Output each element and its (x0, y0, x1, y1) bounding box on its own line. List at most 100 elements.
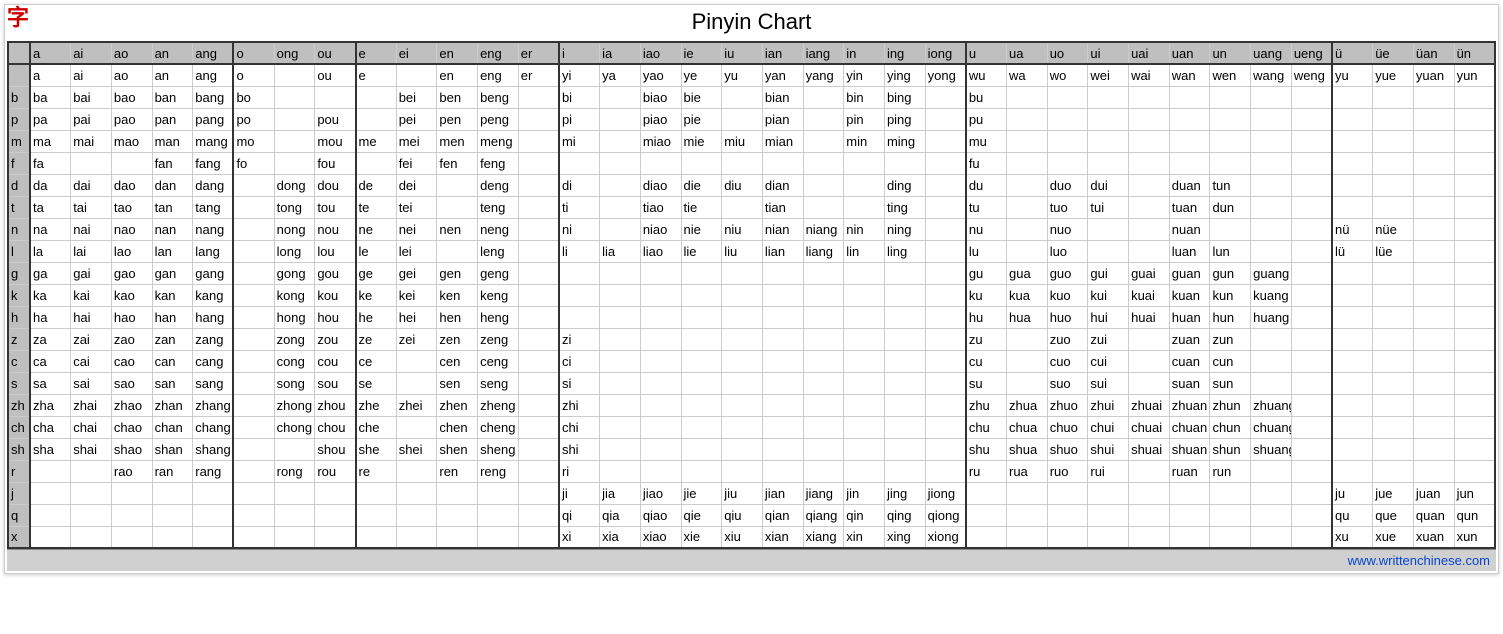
syllable-cell (1088, 152, 1129, 174)
syllable-cell (1251, 218, 1292, 240)
final-header: ang (193, 42, 234, 64)
syllable-cell: kuo (1047, 284, 1088, 306)
syllable-cell: re (356, 460, 397, 482)
syllable-cell: ci (559, 350, 600, 372)
syllable-cell: xuan (1413, 526, 1454, 548)
syllable-cell: biao (640, 86, 681, 108)
syllable-cell: bu (966, 86, 1007, 108)
syllable-cell: xiang (803, 526, 844, 548)
syllable-cell: niang (803, 218, 844, 240)
syllable-cell: zhui (1088, 394, 1129, 416)
syllable-cell: chuai (1129, 416, 1170, 438)
syllable-cell: jie (681, 482, 722, 504)
syllable-cell: mie (681, 130, 722, 152)
syllable-cell (233, 284, 274, 306)
syllable-cell: ruan (1169, 460, 1210, 482)
syllable-cell: hen (437, 306, 478, 328)
syllable-cell: nin (844, 218, 885, 240)
syllable-cell (640, 328, 681, 350)
syllable-cell (1413, 152, 1454, 174)
syllable-cell: eng (478, 64, 519, 86)
syllable-cell: wang (1251, 64, 1292, 86)
syllable-cell: pang (193, 108, 234, 130)
syllable-cell (1251, 196, 1292, 218)
syllable-cell: dian (762, 174, 803, 196)
syllable-cell (1291, 108, 1332, 130)
syllable-cell: sou (315, 372, 356, 394)
syllable-cell (1373, 328, 1414, 350)
final-header: i (559, 42, 600, 64)
syllable-cell (1373, 196, 1414, 218)
syllable-cell: wen (1210, 64, 1251, 86)
syllable-cell: tu (966, 196, 1007, 218)
final-header: ua (1007, 42, 1048, 64)
syllable-cell (1251, 130, 1292, 152)
syllable-cell (600, 152, 641, 174)
syllable-cell (1373, 174, 1414, 196)
syllable-cell (1210, 526, 1251, 548)
syllable-cell: yao (640, 64, 681, 86)
syllable-cell (966, 482, 1007, 504)
syllable-cell (600, 350, 641, 372)
syllable-cell (1251, 86, 1292, 108)
syllable-cell: lan (152, 240, 193, 262)
syllable-cell: huo (1047, 306, 1088, 328)
syllable-cell: shei (396, 438, 437, 460)
syllable-cell (1454, 108, 1495, 130)
syllable-cell: bao (111, 86, 152, 108)
syllable-cell: wan (1169, 64, 1210, 86)
syllable-cell (274, 64, 315, 86)
syllable-cell (803, 174, 844, 196)
syllable-cell (844, 328, 885, 350)
syllable-cell: su (966, 372, 1007, 394)
syllable-cell: shuang (1251, 438, 1292, 460)
syllable-cell: shi (559, 438, 600, 460)
syllable-cell (925, 306, 966, 328)
syllable-cell: tun (1210, 174, 1251, 196)
syllable-cell (1373, 394, 1414, 416)
syllable-cell: kan (152, 284, 193, 306)
syllable-cell: jiu (722, 482, 763, 504)
syllable-cell: shui (1088, 438, 1129, 460)
syllable-cell: ji (559, 482, 600, 504)
syllable-cell: min (844, 130, 885, 152)
syllable-cell: cuan (1169, 350, 1210, 372)
syllable-cell (1007, 196, 1048, 218)
syllable-cell: po (233, 108, 274, 130)
syllable-cell (1413, 108, 1454, 130)
syllable-cell: shun (1210, 438, 1251, 460)
syllable-cell: qiong (925, 504, 966, 526)
syllable-cell (1088, 526, 1129, 548)
syllable-cell: nan (152, 218, 193, 240)
syllable-cell: dang (193, 174, 234, 196)
syllable-cell: le (356, 240, 397, 262)
final-header: uang (1251, 42, 1292, 64)
syllable-cell: zi (559, 328, 600, 350)
syllable-cell: chua (1007, 416, 1048, 438)
syllable-cell (1129, 174, 1170, 196)
syllable-cell: ga (30, 262, 71, 284)
syllable-cell (681, 416, 722, 438)
syllable-cell (803, 130, 844, 152)
footer-link[interactable]: www.writtenchinese.com (1348, 553, 1490, 568)
syllable-cell (1332, 460, 1373, 482)
syllable-cell (1413, 174, 1454, 196)
syllable-cell (1332, 328, 1373, 350)
syllable-cell (722, 306, 763, 328)
syllable-cell: gao (111, 262, 152, 284)
syllable-cell: beng (478, 86, 519, 108)
syllable-cell (600, 262, 641, 284)
syllable-cell: dao (111, 174, 152, 196)
syllable-cell: wo (1047, 64, 1088, 86)
syllable-cell: ce (356, 350, 397, 372)
syllable-cell (1454, 218, 1495, 240)
final-header: er (518, 42, 559, 64)
syllable-cell: liang (803, 240, 844, 262)
syllable-cell (233, 240, 274, 262)
syllable-cell: bin (844, 86, 885, 108)
syllable-cell (762, 262, 803, 284)
syllable-cell (762, 372, 803, 394)
syllable-cell (803, 416, 844, 438)
syllable-cell: ruo (1047, 460, 1088, 482)
syllable-cell (722, 152, 763, 174)
